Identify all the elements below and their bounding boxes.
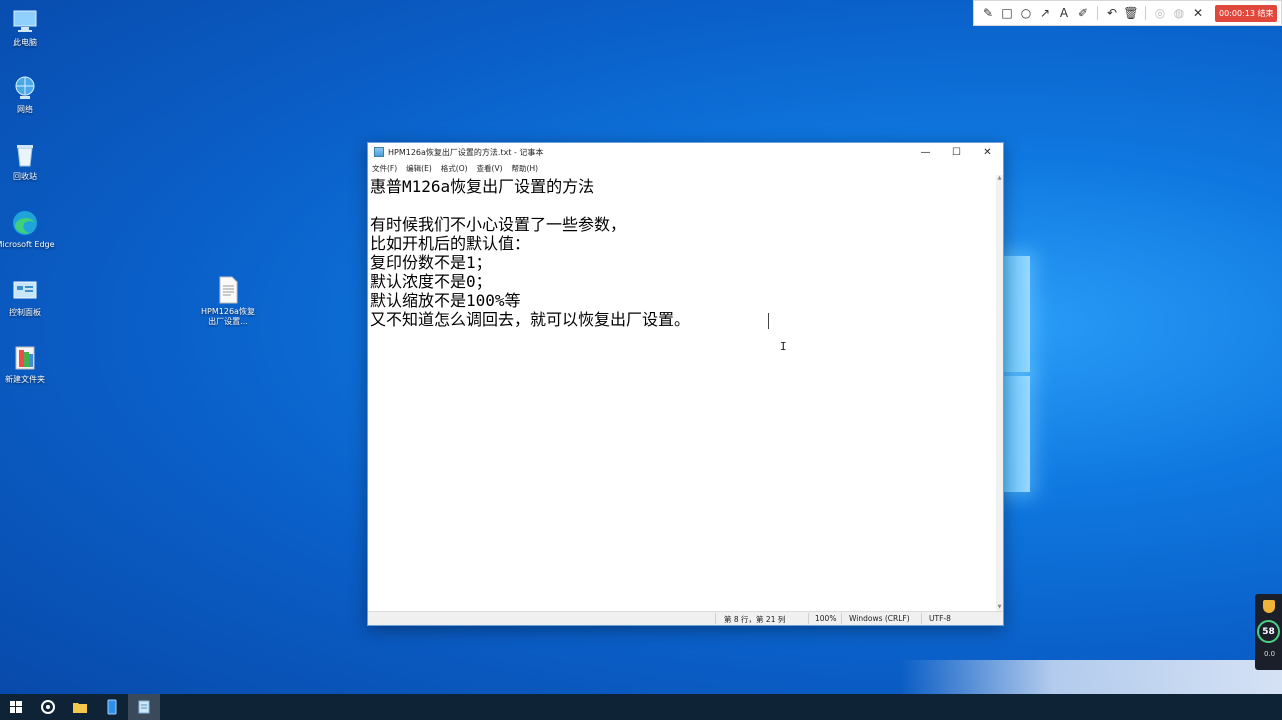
minimize-button[interactable]: — xyxy=(910,143,941,161)
desktop-icon-label: 此电脑 xyxy=(13,38,37,47)
highlighter-icon[interactable]: ✐ xyxy=(1075,4,1091,22)
widget-small-value: 0.0 xyxy=(1264,650,1276,658)
menu-edit[interactable]: 编辑(E) xyxy=(406,163,432,174)
pencil-icon[interactable]: ✎ xyxy=(980,4,996,22)
desktop-icon-label: 控制面板 xyxy=(9,308,41,317)
text-line: 又不知道怎么调回去，就可以恢复出厂设置。 xyxy=(370,310,691,329)
taskbar xyxy=(0,694,1282,720)
control-panel-icon xyxy=(10,276,40,306)
desktop-icon-text-file[interactable]: HPM126a恢复出厂设置... xyxy=(198,275,258,327)
watermark-fade xyxy=(900,660,1282,694)
menu-file[interactable]: 文件(F) xyxy=(372,163,397,174)
status-bar: 第 8 行，第 21 列 100% Windows (CRLF) UTF-8 xyxy=(368,611,1003,625)
desktop-icon-label: 网络 xyxy=(17,105,33,114)
menu-help[interactable]: 帮助(H) xyxy=(512,163,539,174)
text-line: 默认浓度不是0； xyxy=(370,272,492,291)
rectangle-icon[interactable]: □ xyxy=(999,4,1015,22)
text-line: 惠普M126a恢复出厂设置的方法 xyxy=(370,177,595,196)
desktop-icon-new-folder[interactable]: 新建文件夹 xyxy=(0,343,55,385)
desktop-icon-label: 新建文件夹 xyxy=(5,375,45,384)
desktop-icon-this-pc[interactable]: 此电脑 xyxy=(0,6,55,48)
phone-icon xyxy=(107,699,117,715)
mic-off-icon[interactable]: ◍ xyxy=(1171,4,1187,22)
trash-icon[interactable]: 🗑 xyxy=(1123,4,1139,22)
cursor-position: 第 8 行，第 21 列 xyxy=(724,615,786,624)
text-line xyxy=(370,196,994,215)
desktop-icon-control-panel[interactable]: 控制面板 xyxy=(0,276,55,318)
text-line: 复印份数不是1； xyxy=(370,253,492,272)
shield-icon xyxy=(1263,600,1275,613)
folder-icon xyxy=(10,343,40,373)
title-bar[interactable]: HPM126a恢复出厂设置的方法.txt - 记事本 — ☐ ✕ xyxy=(368,143,1003,161)
desktop-icon-network[interactable]: 网络 xyxy=(0,73,55,115)
taskbar-app-phone[interactable] xyxy=(96,694,128,720)
system-monitor-widget[interactable]: 58 0.0 xyxy=(1255,594,1282,670)
text-file-icon xyxy=(213,275,243,305)
windows-start-icon xyxy=(10,701,22,713)
menu-view[interactable]: 查看(V) xyxy=(477,163,503,174)
folder-icon xyxy=(73,703,87,713)
circle-icon[interactable]: ○ xyxy=(1018,4,1034,22)
desktop-icon-label: 回收站 xyxy=(13,172,37,181)
windows-logo-wallpaper xyxy=(1003,248,1033,498)
start-button[interactable] xyxy=(0,694,32,720)
maximize-button[interactable]: ☐ xyxy=(941,143,972,161)
recycle-bin-icon xyxy=(10,140,40,170)
screen-recorder-toolbar: ✎ □ ○ ↗ A ✐ ↶ 🗑 ◎ ◍ ✕ 00:00:13 结束 xyxy=(973,0,1282,26)
close-icon[interactable]: ✕ xyxy=(1190,4,1206,22)
text-editor-area[interactable]: 惠普M126a恢复出厂设置的方法 有时候我们不小心设置了一些参数， 比如开机后的… xyxy=(368,175,996,611)
taskbar-file-explorer[interactable] xyxy=(64,694,96,720)
close-button[interactable]: ✕ xyxy=(972,143,1003,161)
line-ending: Windows (CRLF) xyxy=(849,614,910,623)
text-icon[interactable]: A xyxy=(1056,4,1072,22)
desktop-icon-label: Microsoft Edge xyxy=(0,240,55,249)
text-line: 比如开机后的默认值： xyxy=(370,234,531,253)
recording-timer-button[interactable]: 00:00:13 结束 xyxy=(1215,4,1278,22)
vertical-scrollbar[interactable]: ▲ ▼ xyxy=(996,175,1003,611)
text-caret xyxy=(768,313,769,329)
notepad-icon xyxy=(138,700,150,714)
pinwheel-icon xyxy=(41,700,55,714)
window-title: HPM126a恢复出厂设置的方法.txt - 记事本 xyxy=(388,147,544,157)
computer-icon xyxy=(10,6,40,36)
network-icon xyxy=(10,73,40,103)
menu-bar: 文件(F) 编辑(E) 格式(O) 查看(V) 帮助(H) xyxy=(368,161,1003,175)
undo-icon[interactable]: ↶ xyxy=(1104,4,1120,22)
text-line: 有时候我们不小心设置了一些参数， xyxy=(370,215,627,234)
desktop-icon-label: HPM126a恢复出厂设置... xyxy=(201,307,255,326)
encoding: UTF-8 xyxy=(929,614,951,623)
eye-off-icon[interactable]: ◎ xyxy=(1152,4,1168,22)
notepad-app-icon xyxy=(374,147,384,157)
text-line: 默认缩放不是100%等 xyxy=(370,291,521,310)
desktop-icon-recycle-bin[interactable]: 回收站 xyxy=(0,140,55,182)
arrow-icon[interactable]: ↗ xyxy=(1037,4,1053,22)
notepad-window: HPM126a恢复出厂设置的方法.txt - 记事本 — ☐ ✕ 文件(F) 编… xyxy=(367,142,1004,626)
scroll-down-icon[interactable]: ▼ xyxy=(996,604,1003,611)
gauge-value: 58 xyxy=(1257,620,1280,643)
taskbar-app-pinwheel[interactable] xyxy=(32,694,64,720)
taskbar-notepad[interactable] xyxy=(128,694,160,720)
desktop-icon-edge[interactable]: Microsoft Edge xyxy=(0,208,55,250)
menu-format[interactable]: 格式(O) xyxy=(441,163,468,174)
ibeam-cursor-icon: I xyxy=(780,340,787,353)
zoom-level: 100% xyxy=(815,614,837,623)
scroll-up-icon[interactable]: ▲ xyxy=(996,175,1003,182)
edge-icon xyxy=(10,208,40,238)
